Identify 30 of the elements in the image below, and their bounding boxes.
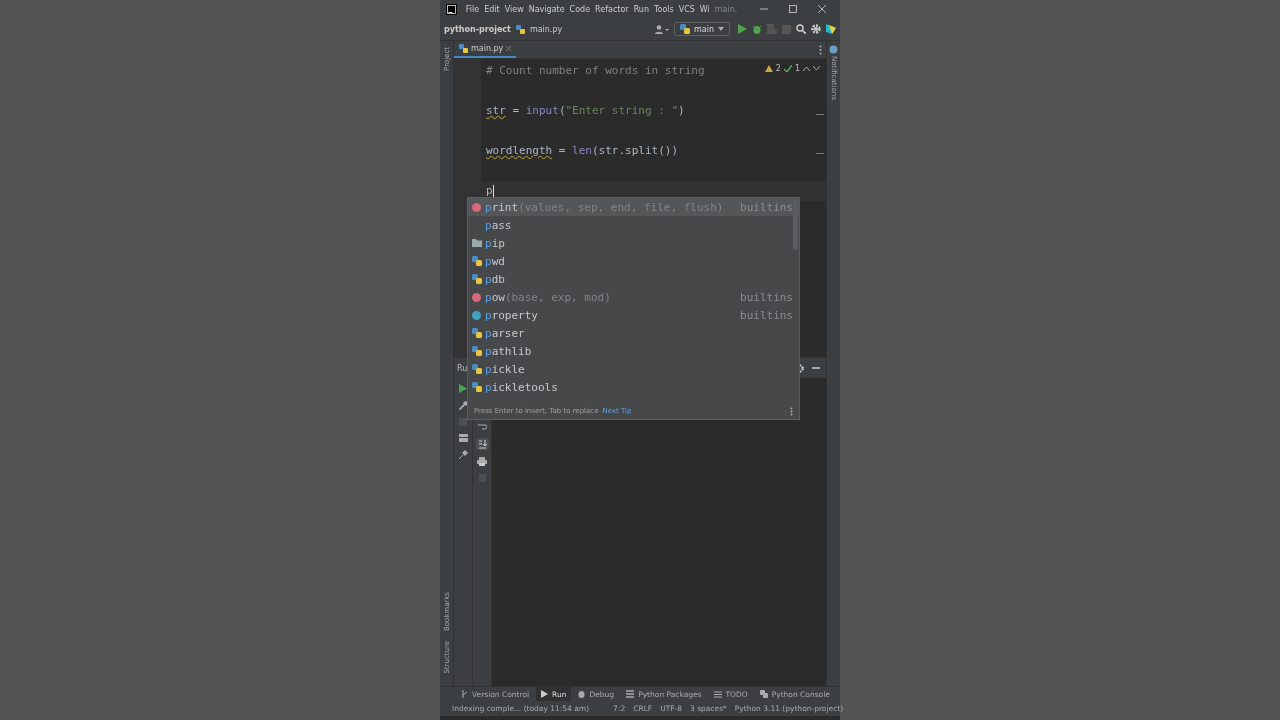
completion-item[interactable]: pwd bbox=[468, 252, 799, 270]
run-configuration-dropdown[interactable]: main bbox=[674, 22, 730, 36]
completion-item[interactable]: pickletools bbox=[468, 378, 799, 396]
menu-item[interactable]: Wi bbox=[699, 4, 710, 14]
menu-item[interactable]: Refactor bbox=[595, 4, 629, 14]
menu-item[interactable]: File bbox=[465, 4, 480, 14]
menu-item[interactable]: Tools bbox=[654, 4, 674, 14]
code-line: # Count number of words in string bbox=[486, 63, 705, 79]
breadcrumb[interactable]: python-project bbox=[444, 24, 511, 34]
breadcrumb[interactable]: main.py bbox=[529, 24, 563, 34]
completion-item[interactable]: pdb bbox=[468, 270, 799, 288]
completion-item[interactable]: pathlib bbox=[468, 342, 799, 360]
menu-item[interactable]: Run bbox=[633, 4, 649, 14]
window-title: main. bbox=[714, 4, 738, 14]
completion-item[interactable]: parser bbox=[468, 324, 799, 342]
completion-item[interactable]: property builtins bbox=[468, 306, 799, 324]
menu-item[interactable]: Edit bbox=[484, 4, 500, 14]
warning-count: 2 bbox=[775, 64, 781, 73]
ok-count: 1 bbox=[794, 64, 800, 73]
menu-item[interactable]: Navigate bbox=[528, 4, 565, 14]
code-line: str = input("Enter string : ") bbox=[486, 103, 685, 119]
menu-item[interactable]: VCS bbox=[678, 4, 695, 14]
panel-title: Ru bbox=[457, 363, 468, 373]
completion-item[interactable]: pow(base, exp, mod) builtins bbox=[468, 288, 799, 306]
completion-item[interactable]: pip bbox=[468, 234, 799, 252]
menu-item[interactable]: View bbox=[504, 4, 524, 14]
completion-item[interactable]: pickle bbox=[468, 360, 799, 378]
code-line: wordlength = len(str.split()) bbox=[486, 143, 679, 159]
completion-item[interactable]: pass bbox=[468, 216, 799, 234]
menu-item[interactable]: Code bbox=[569, 4, 591, 14]
